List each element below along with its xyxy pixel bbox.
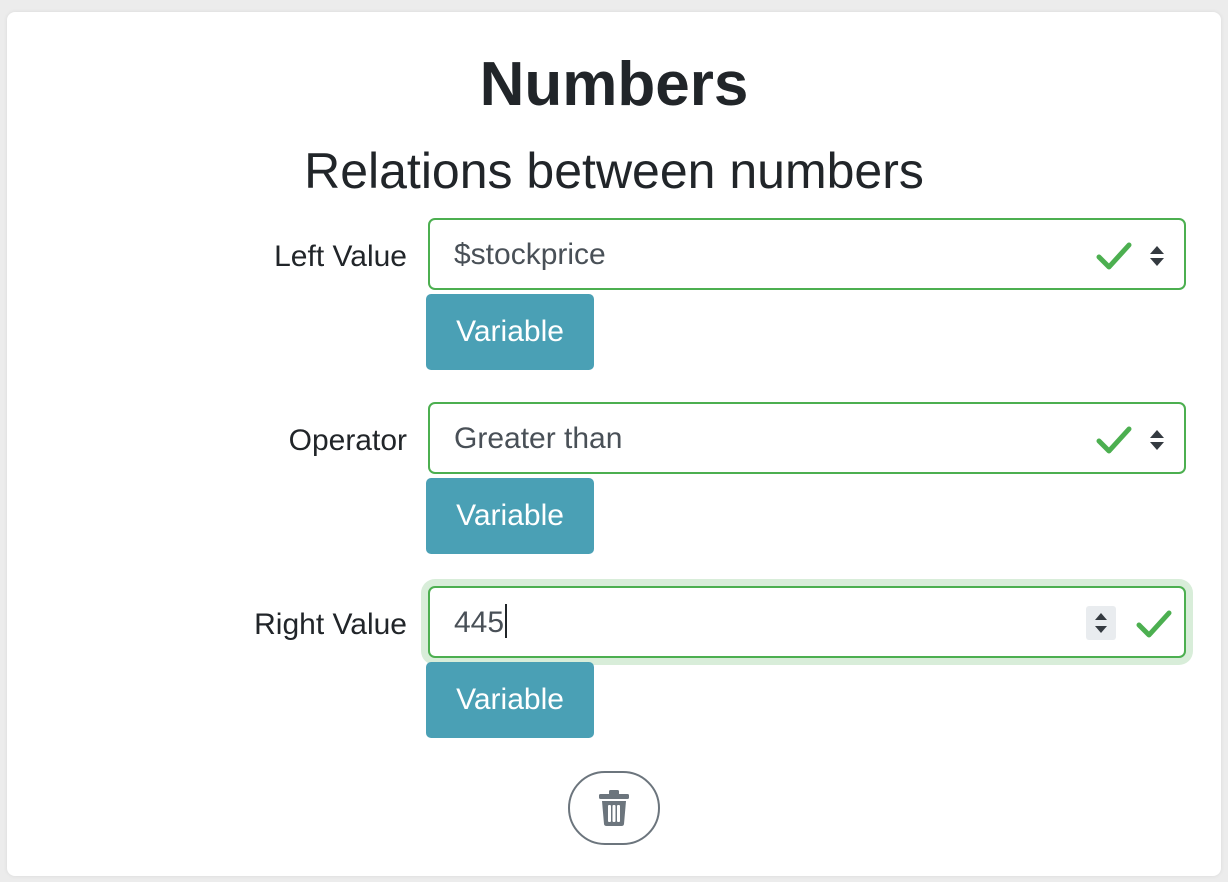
- text-caret: [505, 604, 508, 638]
- operator-selected: Greater than: [454, 422, 623, 455]
- delete-button[interactable]: [568, 771, 660, 845]
- left-value-label: Left Value: [274, 240, 407, 273]
- sort-arrows-icon: [1150, 430, 1164, 450]
- page-title: Numbers: [479, 50, 749, 119]
- number-stepper[interactable]: [1086, 606, 1116, 640]
- stepper-arrows-icon: [1095, 613, 1107, 633]
- valid-check-icon: [1096, 242, 1132, 270]
- operator-select[interactable]: Greater than: [428, 402, 1186, 474]
- left-value-variable-button[interactable]: Variable: [426, 294, 594, 370]
- left-value-selected: $stockprice: [454, 238, 606, 271]
- valid-check-icon: [1096, 426, 1132, 454]
- trash-icon: [599, 790, 629, 826]
- operator-label: Operator: [288, 424, 407, 457]
- right-value-label: Right Value: [254, 608, 407, 641]
- operator-variable-button[interactable]: Variable: [426, 478, 594, 554]
- right-value-variable-button[interactable]: Variable: [426, 662, 594, 738]
- left-value-select[interactable]: $stockprice: [428, 218, 1186, 290]
- right-value-input[interactable]: 445: [428, 586, 1186, 658]
- valid-check-icon: [1136, 610, 1172, 638]
- sort-arrows-icon: [1150, 246, 1164, 266]
- right-value-text: 445: [454, 604, 508, 642]
- page-subtitle: Relations between numbers: [304, 143, 924, 199]
